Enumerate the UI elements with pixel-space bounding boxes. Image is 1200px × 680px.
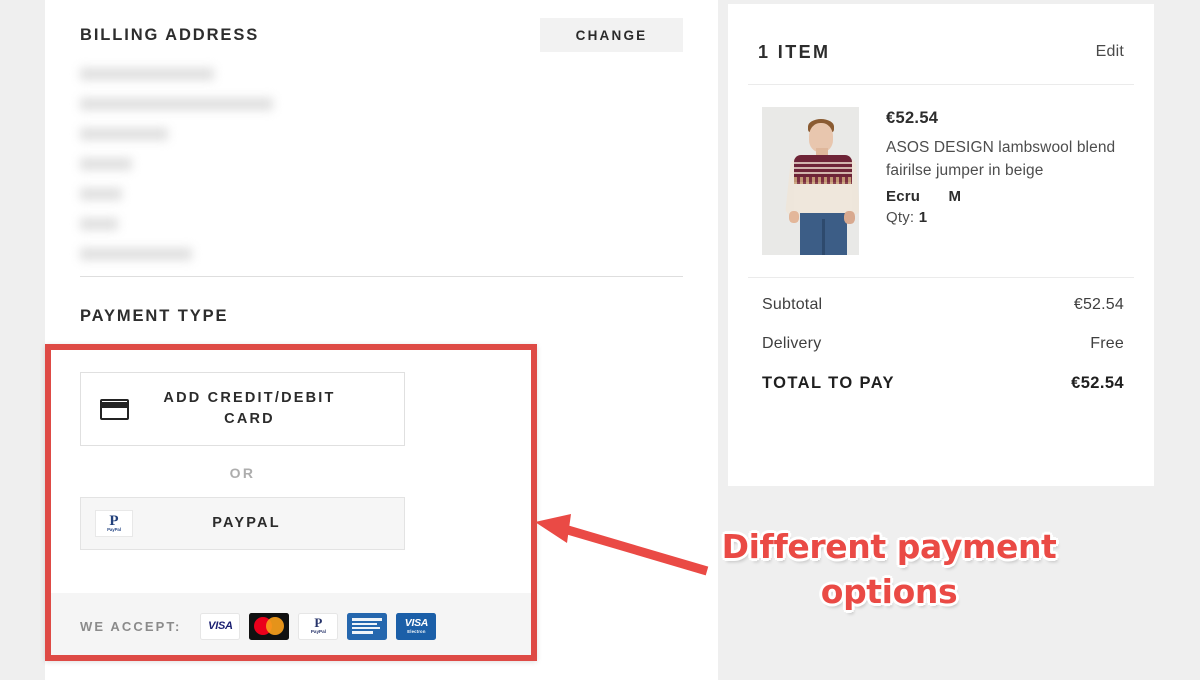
product-colour: Ecru (886, 188, 921, 205)
payment-options-area: ADD CREDIT/DEBIT CARD OR P PayPal PAYPAL… (45, 346, 535, 659)
product-quantity-label: Qty: (886, 209, 915, 226)
visa-logo-text: VISA (208, 619, 233, 632)
visa-electron-logo-text: VISA (404, 616, 429, 629)
paypal-icon-word: PayPal (107, 526, 121, 532)
subtotal-label: Subtotal (762, 296, 823, 313)
product-details: €52.54 ASOS DESIGN lambswool blend fairi… (859, 107, 1118, 255)
checkout-page: BILLING ADDRESS CHANGE PAYMENT TYPE ADD … (0, 0, 1200, 680)
order-summary-header: 1 ITEM Edit (728, 4, 1154, 84)
product-quantity-value: 1 (918, 209, 928, 226)
address-line-redacted (80, 248, 192, 260)
total-to-pay-row: TOTAL TO PAY €52.54 (762, 374, 1124, 393)
total-to-pay-label: TOTAL TO PAY (762, 374, 895, 392)
delivery-value: Free (1090, 335, 1124, 352)
paypal-logo-word: PayPal (310, 629, 326, 635)
credit-card-icon (81, 398, 147, 420)
change-billing-address-button[interactable]: CHANGE (540, 18, 683, 52)
items-count-label: 1 ITEM (758, 42, 831, 62)
visa-electron-logo-icon: VISA Electron (396, 612, 437, 640)
product-quantity: Qty: 1 (886, 209, 1118, 226)
add-credit-debit-card-label: ADD CREDIT/DEBIT CARD (163, 390, 336, 427)
product-attributes: Ecru M (886, 188, 1118, 205)
we-accept-strip: WE ACCEPT: VISA P PayPal VISA Electron (45, 593, 535, 659)
edit-bag-link[interactable]: Edit (1096, 43, 1124, 61)
or-separator: OR (229, 465, 256, 481)
subtotal-row: Subtotal €52.54 (762, 296, 1124, 314)
subtotal-value: €52.54 (1073, 296, 1124, 313)
visa-electron-logo-sub: Electron (407, 628, 426, 634)
billing-header-row: BILLING ADDRESS CHANGE (80, 18, 683, 58)
order-summary-panel: 1 ITEM Edit €52.54 ASOS DESIGN lambswool… (728, 4, 1154, 486)
section-divider (80, 276, 683, 277)
paypal-icon-mark: P (109, 512, 119, 529)
billing-address-section: BILLING ADDRESS CHANGE (45, 0, 718, 278)
product-price: €52.54 (886, 109, 939, 127)
delivery-row: Delivery Free (762, 335, 1124, 353)
paypal-logo-mark: P (314, 615, 323, 631)
address-line-redacted (80, 128, 168, 140)
total-to-pay-value: €52.54 (1071, 374, 1124, 392)
paypal-icon: P PayPal (81, 510, 147, 537)
add-credit-debit-card-button[interactable]: ADD CREDIT/DEBIT CARD (80, 372, 405, 446)
address-line-redacted (80, 188, 122, 200)
annotation-label: Different payment options (721, 527, 1057, 611)
paypal-button-label: PAYPAL (212, 515, 281, 531)
product-name: ASOS DESIGN lambswool blend fairilse jum… (886, 139, 1116, 179)
payment-buttons-group: ADD CREDIT/DEBIT CARD OR P PayPal PAYPAL (45, 346, 535, 593)
address-line-redacted (80, 68, 214, 80)
address-line-redacted (80, 98, 273, 110)
paypal-button[interactable]: P PayPal PAYPAL (80, 497, 405, 550)
checkout-left-panel: BILLING ADDRESS CHANGE PAYMENT TYPE ADD … (45, 0, 718, 680)
address-line-redacted (80, 158, 132, 170)
paypal-logo-icon: P PayPal (298, 612, 339, 640)
product-size: M (948, 188, 962, 205)
we-accept-label: WE ACCEPT: (80, 618, 182, 634)
visa-logo-icon: VISA (200, 612, 241, 640)
product-image (762, 107, 859, 255)
mastercard-logo-icon (249, 612, 290, 640)
order-totals: Subtotal €52.54 Delivery Free TOTAL TO P… (728, 278, 1154, 393)
american-express-logo-icon (347, 612, 388, 640)
order-line-item: €52.54 ASOS DESIGN lambswool blend fairi… (728, 85, 1154, 277)
billing-address-lines (80, 68, 683, 260)
accepted-card-logos: VISA P PayPal VISA Electron (200, 612, 437, 640)
address-line-redacted (80, 218, 118, 230)
delivery-label: Delivery (762, 335, 822, 352)
payment-type-title: PAYMENT TYPE (80, 307, 229, 325)
